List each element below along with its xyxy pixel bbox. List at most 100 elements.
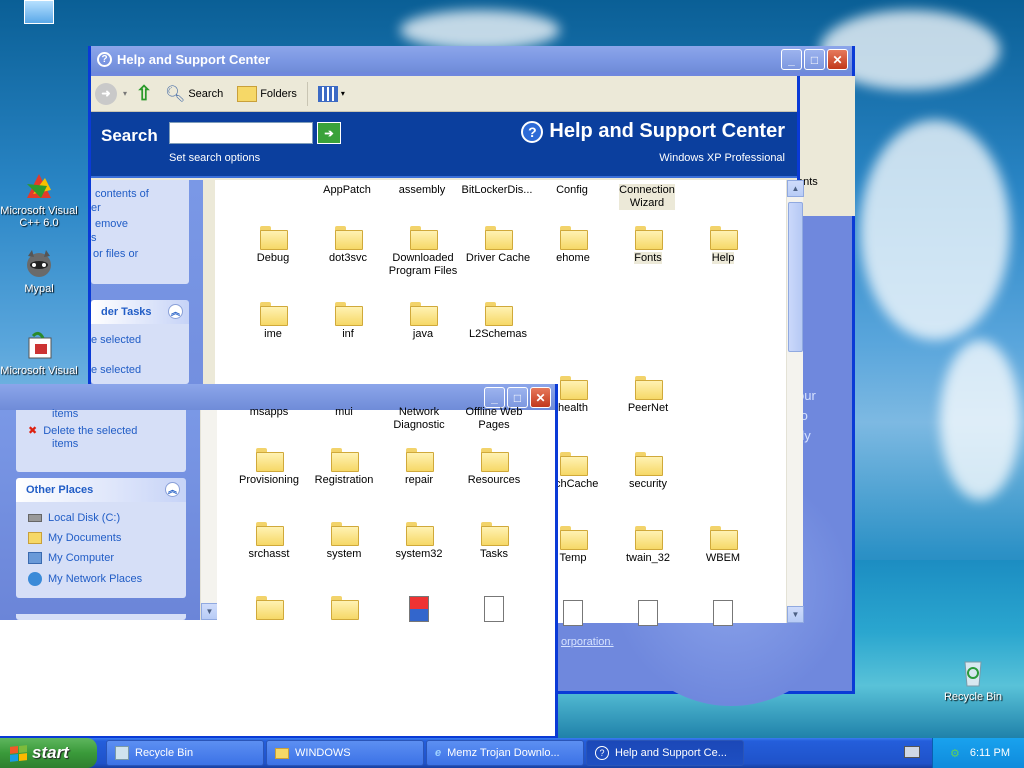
folder-item[interactable]: ime <box>235 302 311 341</box>
task-link[interactable]: items <box>52 408 78 420</box>
folder-item[interactable]: Registration <box>306 448 382 487</box>
folder-item[interactable]: system <box>306 522 382 561</box>
maximize-button[interactable]: □ <box>507 387 528 408</box>
folder-item[interactable]: L2Schemas <box>460 302 536 341</box>
folders-button[interactable]: Folders <box>233 84 301 104</box>
front-window[interactable]: _ □ ✕ items ✖ Delete the selected items … <box>0 384 558 739</box>
folder-item[interactable]: Help <box>685 226 761 265</box>
folder-item[interactable]: inf <box>310 302 386 341</box>
folder-item[interactable]: Fonts <box>610 226 686 265</box>
desktop-icon-top[interactable] <box>0 0 80 27</box>
help-icon: ? <box>595 746 609 760</box>
taskbar-button-memz[interactable]: e Memz Trojan Downlo... <box>426 740 584 766</box>
folder-item[interactable]: repair <box>381 448 457 487</box>
close-button[interactable]: ✕ <box>530 387 551 408</box>
task-link[interactable]: e selected <box>91 364 141 376</box>
other-place-link[interactable]: My Documents <box>28 532 121 544</box>
folder-item[interactable]: system32 <box>381 522 457 561</box>
folder-item[interactable]: security <box>610 452 686 491</box>
task-link[interactable]: items <box>52 438 78 450</box>
search-button[interactable]: 🔍︎ Search <box>161 82 227 106</box>
folder-item[interactable]: BitLockerDis... <box>459 184 535 197</box>
taskbar-button-help[interactable]: ? Help and Support Ce... <box>586 740 744 766</box>
file-item[interactable] <box>456 596 532 622</box>
views-button[interactable]: ▾ <box>314 84 349 104</box>
other-place-link[interactable]: My Network Places <box>28 572 142 586</box>
file-tasks-panel: contents of er emove s or files or <box>91 180 189 284</box>
folder-icon <box>335 226 363 250</box>
taskbar-button-windows[interactable]: WINDOWS <box>266 740 424 766</box>
help-window-titlebar[interactable]: ? Help and Support Center _ □ ✕ <box>91 46 852 72</box>
file-item[interactable] <box>610 600 686 626</box>
task-link[interactable]: contents of <box>95 188 149 200</box>
search-input[interactable] <box>169 122 313 144</box>
desktop-icon-mypal[interactable]: Mypal <box>0 248 80 295</box>
scroll-down-button[interactable]: ▼ <box>201 603 218 620</box>
scroll-up-button[interactable]: ▲ <box>787 180 804 197</box>
task-link[interactable]: emove <box>95 218 128 230</box>
folder-item[interactable]: Config <box>534 184 610 197</box>
folder-item[interactable]: twain_32 <box>610 526 686 565</box>
desktop-icon-visual-cpp[interactable]: Microsoft Visual C++ 6.0 <box>0 170 80 229</box>
folder-item[interactable] <box>306 596 382 622</box>
other-places-header[interactable]: Other Places ︽ <box>16 478 186 502</box>
folder-item[interactable]: PeerNet <box>610 376 686 415</box>
minimize-button[interactable]: _ <box>781 49 802 70</box>
folder-item[interactable]: Offline Web Pages <box>456 406 532 432</box>
task-link[interactable]: or files or <box>93 248 138 260</box>
other-place-link[interactable]: Local Disk (C:) <box>28 512 120 524</box>
scroll-down-button[interactable]: ▼ <box>787 606 804 623</box>
collapse-icon[interactable]: ︽ <box>165 482 180 497</box>
search-go-button[interactable]: ➔ <box>317 122 341 144</box>
network-tray-icon[interactable]: ⚙︎ <box>950 747 960 760</box>
folder-item[interactable]: java <box>385 302 461 341</box>
folder-item[interactable]: WBEM <box>685 526 761 565</box>
folder-item[interactable]: ehome <box>535 226 611 265</box>
keyboard-icon[interactable] <box>904 746 920 758</box>
folder-item[interactable]: AppPatch <box>309 184 385 197</box>
folder-icon <box>710 526 738 550</box>
task-link[interactable]: s <box>91 232 97 244</box>
folder-item[interactable]: Tasks <box>456 522 532 561</box>
task-link[interactable]: er <box>91 202 101 214</box>
folder-icon <box>635 226 663 250</box>
folder-item[interactable]: Debug <box>235 226 311 265</box>
folder-item[interactable]: srchasst <box>231 522 307 561</box>
task-link[interactable]: e selected <box>91 334 141 346</box>
collapse-icon[interactable]: ︽ <box>168 304 183 319</box>
maximize-button[interactable]: □ <box>804 49 825 70</box>
folder-tasks-header[interactable]: der Tasks ︽ <box>91 300 189 324</box>
corporation-link[interactable]: orporation. <box>561 636 614 648</box>
desktop-icon-recycle-bin[interactable]: Recycle Bin <box>932 656 1014 703</box>
close-button[interactable]: ✕ <box>827 49 848 70</box>
desktop-icon-visual-studio[interactable]: Microsoft Visual <box>0 330 80 377</box>
scroll-thumb[interactable] <box>788 202 803 352</box>
file-item[interactable] <box>381 596 457 622</box>
folder-item[interactable]: Provisioning <box>231 448 307 487</box>
vertical-scrollbar[interactable]: ▲ ▼ <box>786 180 804 623</box>
clock[interactable]: 6:11 PM <box>970 747 1010 759</box>
file-item[interactable] <box>685 600 761 626</box>
minimize-button[interactable]: _ <box>484 387 505 408</box>
other-place-link[interactable]: My Computer <box>28 552 114 564</box>
folder-item[interactable]: Resources <box>456 448 532 487</box>
folder-item[interactable] <box>231 596 307 622</box>
up-folder-icon[interactable]: ⇧ <box>133 83 155 105</box>
folder-item[interactable]: assembly <box>384 184 460 197</box>
delete-selected-link[interactable]: ✖ Delete the selected <box>28 424 137 438</box>
back-arrow-icon[interactable]: ➜ <box>95 82 117 105</box>
front-window-body: items ✖ Delete the selected items Other … <box>0 406 555 622</box>
start-button[interactable]: start <box>0 738 97 768</box>
set-search-options-link[interactable]: Set search options <box>169 152 260 164</box>
chevron-down-icon[interactable]: ▾ <box>123 89 127 98</box>
folder-item[interactable]: msapps <box>231 406 307 419</box>
folder-item[interactable]: Downloaded Program Files <box>385 226 461 278</box>
arrow-right-icon: ➔ <box>324 127 334 140</box>
folder-item[interactable]: mui <box>306 406 382 419</box>
taskbar-button-recycle-bin[interactable]: Recycle Bin <box>106 740 264 766</box>
folder-item[interactable]: Network Diagnostic <box>381 406 457 432</box>
task-pane-scrollbar[interactable]: ▼ <box>200 410 218 620</box>
folder-item[interactable]: Driver Cache <box>460 226 536 265</box>
folder-item[interactable]: Connection Wizard <box>609 184 685 210</box>
folder-item[interactable]: dot3svc <box>310 226 386 265</box>
